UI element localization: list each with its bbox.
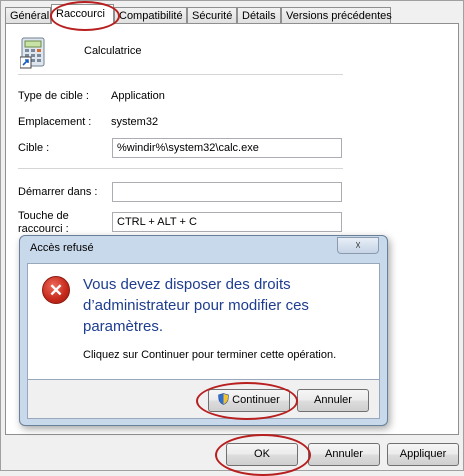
dialog-sub-message: Cliquez sur Continuer pour terminer cett… [83, 349, 337, 361]
tab-previous-versions[interactable]: Versions précédentes [281, 7, 392, 23]
uac-shield-icon [218, 393, 229, 405]
tab-security[interactable]: Sécurité [187, 7, 237, 23]
continue-label: Continuer [232, 394, 280, 406]
shortcut-key-field[interactable]: CTRL + ALT + C [112, 212, 342, 232]
access-denied-dialog: Accès refusé ☓ ✕ Vous devez disposer des… [19, 235, 388, 426]
dialog-footer: Continuer Annuler [27, 380, 380, 420]
dialog-body: ✕ Vous devez disposer des droits d’admin… [27, 263, 380, 380]
shortcut-key-label: Touche de raccourci : [18, 210, 69, 235]
target-field[interactable]: %windir%\system32\calc.exe [112, 138, 342, 158]
cancel-button[interactable]: Annuler [308, 443, 380, 466]
tab-compatibility[interactable]: Compatibilité [114, 7, 187, 23]
location-value: system32 [111, 116, 159, 128]
divider [18, 168, 343, 169]
tab-details[interactable]: Détails [237, 7, 281, 23]
close-icon: ☓ [355, 240, 361, 252]
dialog-title: Accès refusé [30, 242, 94, 254]
dialog-cancel-button[interactable]: Annuler [297, 389, 369, 412]
continue-button[interactable]: Continuer [208, 389, 290, 412]
calculator-icon [20, 37, 45, 69]
apply-button[interactable]: Appliquer [387, 443, 459, 466]
target-type-label: Type de cible : [18, 90, 89, 102]
tab-general[interactable]: Général [5, 7, 51, 23]
app-name: Calculatrice [84, 45, 142, 57]
target-label: Cible : [18, 142, 50, 154]
target-type-value: Application [111, 90, 165, 102]
start-in-field[interactable] [112, 182, 342, 202]
error-icon: ✕ [42, 276, 70, 304]
dialog-main-message: Vous devez disposer des droits d’adminis… [83, 276, 309, 335]
tab-shortcut[interactable]: Raccourci [51, 4, 114, 24]
location-label: Emplacement : [18, 116, 92, 128]
divider [18, 74, 343, 75]
dialog-close-button[interactable]: ☓ [337, 237, 379, 254]
start-in-label: Démarrer dans : [18, 186, 98, 198]
ok-button[interactable]: OK [226, 443, 298, 466]
properties-window: Général Raccourci Compatibilité Sécurité… [0, 0, 464, 476]
